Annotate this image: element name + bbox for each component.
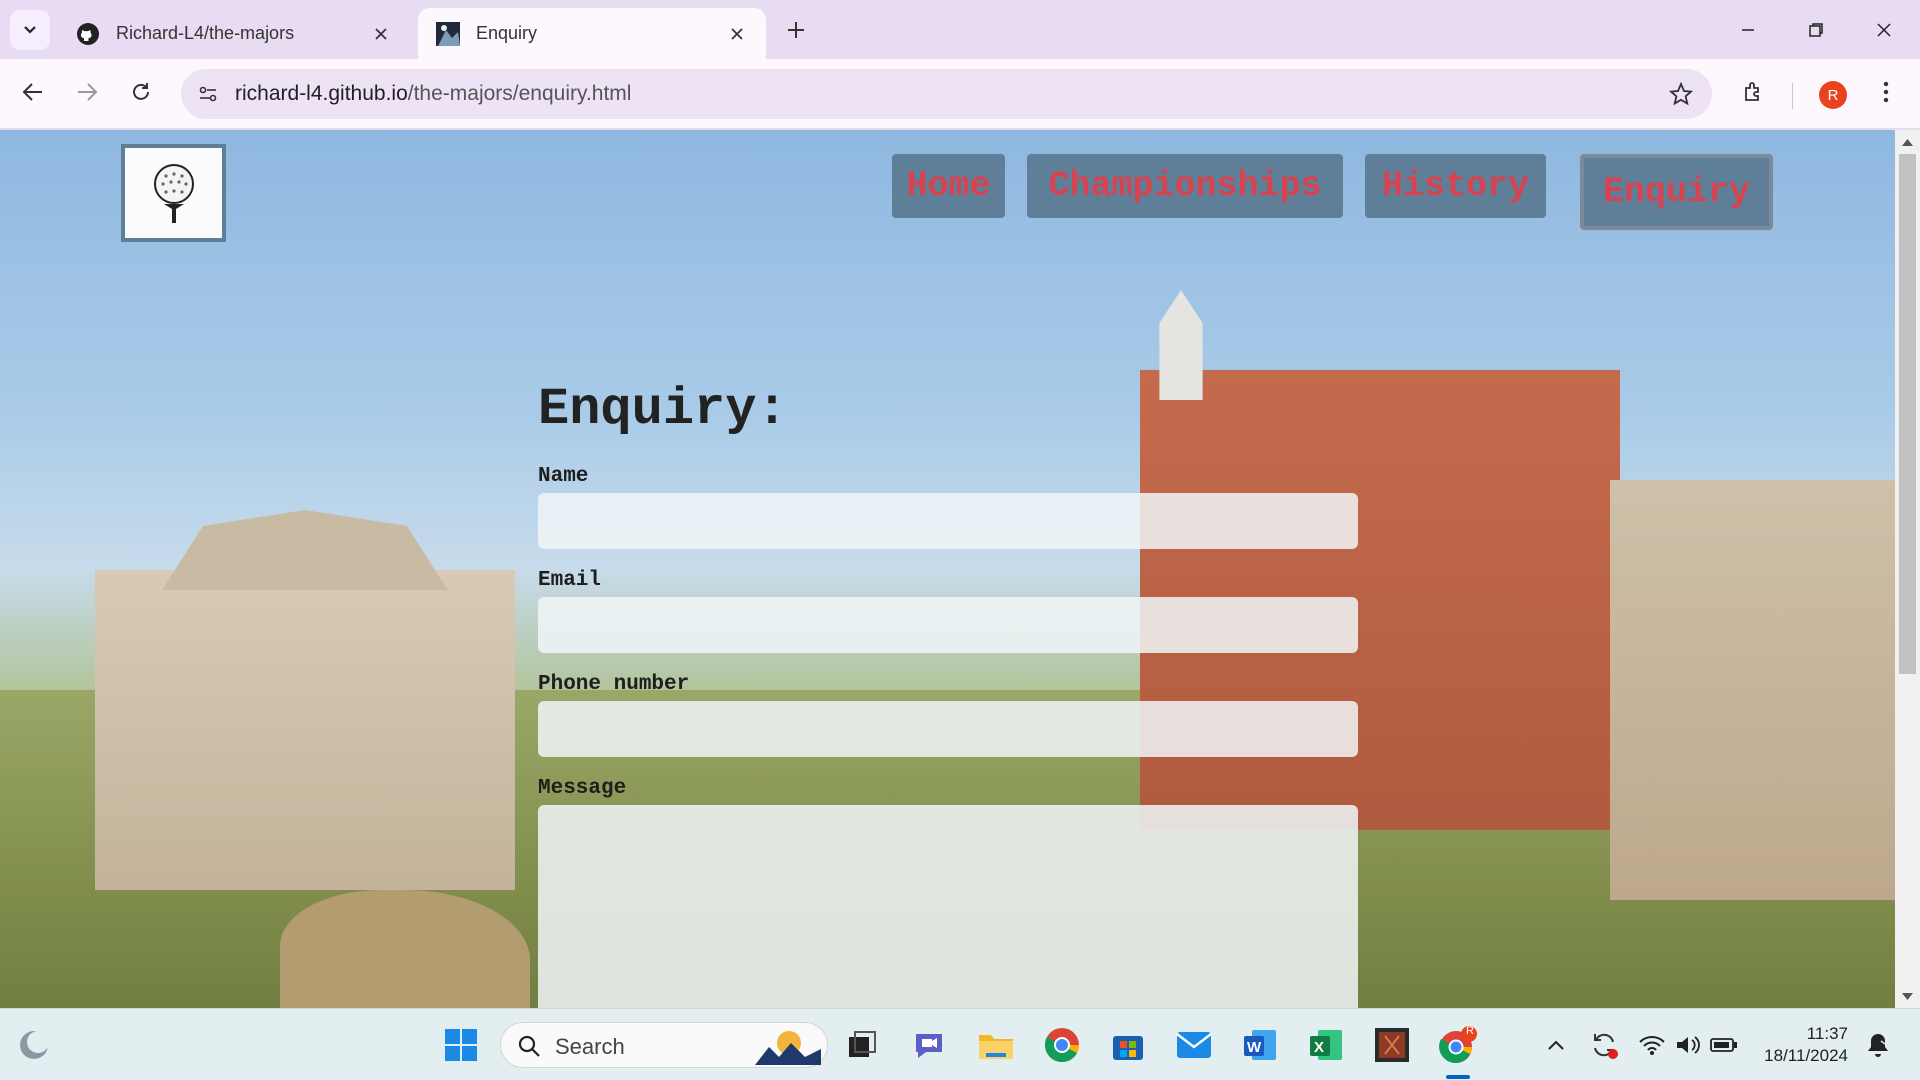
teams-chat-icon[interactable]: [909, 1025, 949, 1065]
mail-icon[interactable]: [1174, 1025, 1214, 1065]
scroll-up-icon[interactable]: [1901, 137, 1914, 147]
arrow-left-icon: [22, 83, 42, 101]
chevron-up-icon[interactable]: [1536, 1025, 1576, 1065]
profile-avatar[interactable]: R: [1819, 81, 1847, 109]
tab-title: Enquiry: [476, 23, 538, 43]
browser-toolbar: richard-l4.github.io/the-majors/enquiry.…: [0, 59, 1920, 129]
page-title: Enquiry:: [538, 380, 788, 439]
microsoft-store-icon[interactable]: [1108, 1025, 1148, 1065]
tab-strip: Richard-L4/the-majors Enquiry: [0, 0, 1920, 59]
taskbar: Search W X R 11:37 18/11/2024: [0, 1008, 1920, 1080]
name-label: Name: [538, 465, 589, 488]
golf-ball-tee-icon: [153, 164, 194, 223]
background-clubhouse: [95, 570, 515, 890]
phone-label: Phone number: [538, 673, 690, 696]
page-scrollbar[interactable]: [1895, 130, 1920, 1008]
message-textarea[interactable]: [538, 805, 1358, 1008]
site-logo[interactable]: [121, 144, 226, 242]
task-view-icon[interactable]: [842, 1025, 882, 1065]
notifications-icon[interactable]: [1858, 1025, 1898, 1065]
close-icon: [1877, 23, 1891, 37]
app-book-icon[interactable]: [1372, 1025, 1412, 1065]
file-explorer-icon[interactable]: [976, 1025, 1016, 1065]
restore-icon: [1809, 23, 1823, 37]
chrome-profile-icon[interactable]: R: [1438, 1025, 1478, 1065]
word-icon[interactable]: W: [1240, 1025, 1280, 1065]
scroll-down-icon[interactable]: [1901, 992, 1914, 1002]
minimize-button[interactable]: [1718, 8, 1778, 52]
svg-text:X: X: [1314, 1039, 1324, 1056]
back-button[interactable]: [13, 72, 53, 112]
sync-icon[interactable]: [1584, 1025, 1624, 1065]
browser-menu-button[interactable]: [1866, 72, 1906, 112]
phone-input[interactable]: [538, 701, 1358, 757]
site-info-icon[interactable]: [193, 79, 223, 109]
nav-championships[interactable]: Championships: [1027, 154, 1343, 218]
start-button[interactable]: [441, 1025, 481, 1065]
windows-logo-icon: [445, 1029, 477, 1061]
close-icon[interactable]: [370, 23, 392, 45]
search-highlight-icon: [755, 1031, 821, 1065]
restore-button[interactable]: [1786, 8, 1846, 52]
email-label: Email: [538, 569, 602, 592]
search-placeholder: Search: [555, 1034, 625, 1059]
new-tab-button[interactable]: [778, 12, 814, 48]
volume-icon[interactable]: [1668, 1025, 1708, 1065]
toolbar-divider: [1792, 83, 1793, 109]
scroll-thumb[interactable]: [1899, 154, 1916, 674]
address-bar[interactable]: richard-l4.github.io/the-majors/enquiry.…: [181, 69, 1712, 119]
nav-enquiry[interactable]: Enquiry: [1580, 154, 1773, 230]
search-icon: [518, 1035, 540, 1057]
clock-date: 18/11/2024: [1764, 1046, 1848, 1065]
page-viewport: Home Championships History Enquiry Enqui…: [0, 130, 1895, 1008]
chrome-icon[interactable]: [1042, 1025, 1082, 1065]
plus-icon: [788, 22, 804, 38]
clock-time: 11:37: [1806, 1024, 1848, 1043]
wifi-icon[interactable]: [1632, 1025, 1672, 1065]
tab-enquiry[interactable]: Enquiry: [418, 8, 766, 59]
widgets-icon[interactable]: [14, 1025, 54, 1065]
excel-icon[interactable]: X: [1306, 1025, 1346, 1065]
chevron-down-icon: [24, 26, 36, 34]
message-label: Message: [538, 777, 627, 800]
active-app-indicator: [1446, 1075, 1470, 1079]
taskbar-search[interactable]: Search: [500, 1022, 828, 1068]
arrow-right-icon: [78, 83, 98, 101]
name-input[interactable]: [538, 493, 1358, 549]
tab-github[interactable]: Richard-L4/the-majors: [58, 8, 410, 59]
nav-home[interactable]: Home: [892, 154, 1005, 218]
close-window-button[interactable]: [1854, 8, 1914, 52]
more-vertical-icon: [1883, 81, 1889, 103]
page-favicon-icon: [436, 21, 460, 46]
svg-text:W: W: [1247, 1039, 1262, 1056]
nav-history[interactable]: History: [1365, 154, 1546, 218]
chrome-profile-badge: R: [1466, 1025, 1474, 1037]
system-clock[interactable]: 11:37 18/11/2024: [1758, 1023, 1848, 1067]
extensions-button[interactable]: [1734, 72, 1774, 112]
email-input[interactable]: [538, 597, 1358, 653]
github-icon: [76, 22, 100, 46]
bookmark-star-icon[interactable]: [1666, 79, 1696, 109]
tab-search-button[interactable]: [10, 10, 50, 50]
url-path: /the-majors/enquiry.html: [407, 82, 632, 105]
url-text: richard-l4.github.io/the-majors/enquiry.…: [235, 82, 631, 106]
forward-button[interactable]: [67, 72, 107, 112]
battery-icon[interactable]: [1704, 1025, 1744, 1065]
reload-button[interactable]: [121, 72, 161, 112]
reload-icon: [133, 83, 149, 100]
close-icon[interactable]: [726, 23, 748, 45]
url-host: richard-l4.github.io: [235, 82, 408, 105]
tab-title: Richard-L4/the-majors: [116, 23, 295, 43]
enquiry-form: Enquiry: Name Email Phone number Message: [538, 380, 1358, 1008]
puzzle-icon: [1745, 82, 1759, 101]
background-town: [1610, 480, 1895, 900]
minimize-icon: [1742, 29, 1754, 31]
